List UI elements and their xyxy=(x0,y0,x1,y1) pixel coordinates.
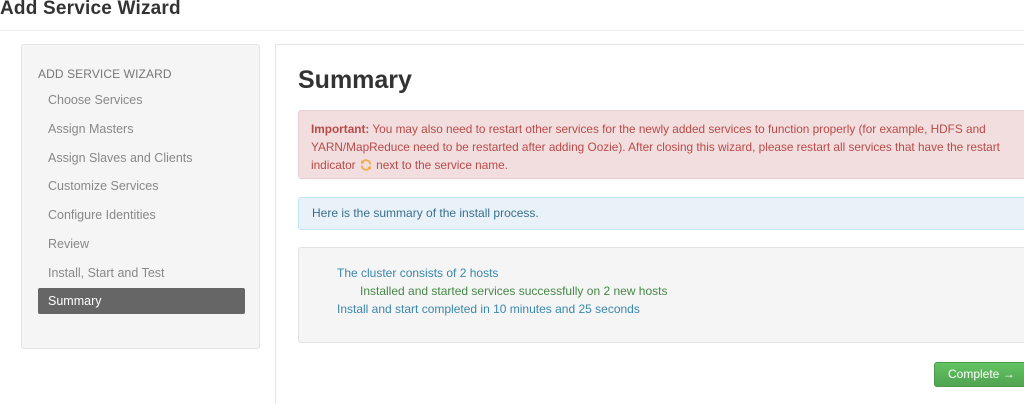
summary-services-line: Installed and started services successfu… xyxy=(360,284,668,298)
page-title: Add Service Wizard xyxy=(0,0,181,19)
sidebar-header: ADD SERVICE WIZARD xyxy=(38,67,172,81)
sidebar-item-review[interactable]: Review xyxy=(38,230,245,259)
refresh-icon xyxy=(360,159,371,171)
sidebar-item-assign-masters[interactable]: Assign Masters xyxy=(38,115,245,144)
sidebar-item-summary[interactable]: Summary xyxy=(38,287,245,314)
title-divider xyxy=(0,30,1024,31)
info-alert: Here is the summary of the install proce… xyxy=(298,197,1024,230)
sidebar-item-install-start-test[interactable]: Install, Start and Test xyxy=(38,259,245,288)
important-label: Important: xyxy=(311,122,370,136)
complete-button[interactable]: Complete → xyxy=(934,362,1024,387)
important-alert: Important: You may also need to restart … xyxy=(298,110,1024,179)
summary-title: Summary xyxy=(298,66,412,94)
sidebar-item-configure-identities[interactable]: Configure Identities xyxy=(38,201,245,230)
wizard-sidebar: ADD SERVICE WIZARD Choose Services Assig… xyxy=(21,44,260,349)
summary-duration-line: Install and start completed in 10 minute… xyxy=(337,302,640,316)
sidebar-item-choose-services[interactable]: Choose Services xyxy=(38,86,245,115)
install-summary-box: The cluster consists of 2 hosts Installe… xyxy=(298,247,1024,343)
important-text-end: next to the service name. xyxy=(372,158,508,172)
sidebar-item-customize-services[interactable]: Customize Services xyxy=(38,172,245,201)
sidebar-item-assign-slaves-clients[interactable]: Assign Slaves and Clients xyxy=(38,144,245,173)
summary-hosts-line: The cluster consists of 2 hosts xyxy=(337,266,499,280)
wizard-steps-nav: Choose Services Assign Masters Assign Sl… xyxy=(38,86,245,314)
